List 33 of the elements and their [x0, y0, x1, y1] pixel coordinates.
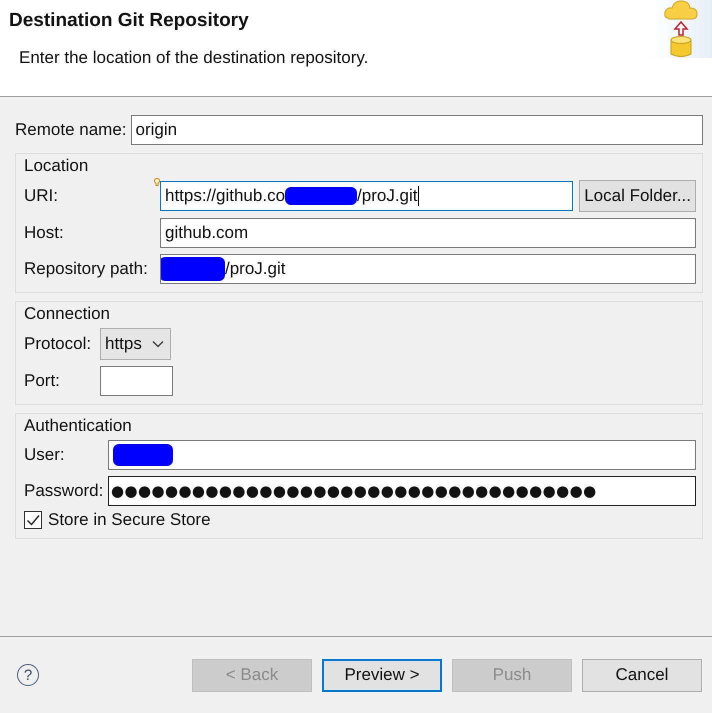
group-title: Authentication — [24, 416, 132, 436]
protocol-dropdown[interactable]: https — [100, 328, 171, 360]
store-checkbox[interactable]: Store in Secure Store — [24, 510, 696, 530]
host-label: Host: — [24, 223, 65, 243]
dialog-button[interactable]: Cancel — [582, 658, 702, 692]
port-label: Port: — [24, 371, 60, 391]
help-button[interactable]: ? — [17, 664, 39, 686]
page-description: Enter the location of the destination repository. — [19, 48, 368, 68]
protocol-label: Protocol: — [24, 334, 92, 354]
local-folder-button[interactable]: Local Folder... — [579, 180, 696, 212]
password-label: Password: — [24, 481, 104, 501]
group-title: Location — [24, 156, 88, 176]
redaction-mark — [161, 257, 225, 281]
host-field[interactable]: github.com — [160, 218, 696, 248]
user-label: User: — [24, 445, 66, 465]
group-title: Connection — [24, 304, 110, 324]
checkbox-label: Store in Secure Store — [48, 510, 211, 530]
password-field[interactable]: ●●●●●●●●●●●●●●●●●●●●●●●●●●●●●●●●●●●● — [108, 476, 696, 506]
uri-field[interactable]: https://github.co /proJ.git — [160, 181, 574, 211]
user-field[interactable] — [108, 440, 696, 470]
redaction-mark — [113, 444, 173, 466]
page-title: Destination Git Repository — [9, 10, 250, 32]
hint-bulb-icon — [154, 178, 160, 186]
remote-name-field[interactable]: origin — [130, 115, 703, 145]
port-field[interactable] — [100, 366, 173, 396]
remote-name-label: Remote name: — [15, 120, 126, 140]
repository-path-field[interactable]: /proJ.git — [160, 254, 696, 284]
checkbox[interactable] — [24, 511, 42, 529]
chevron-down-icon — [152, 340, 164, 348]
repository-path-label: Repository path: — [24, 259, 149, 279]
dialog-button[interactable]: Preview > — [322, 658, 442, 692]
text-cursor — [418, 186, 419, 206]
uri-label: URI: — [24, 186, 59, 206]
